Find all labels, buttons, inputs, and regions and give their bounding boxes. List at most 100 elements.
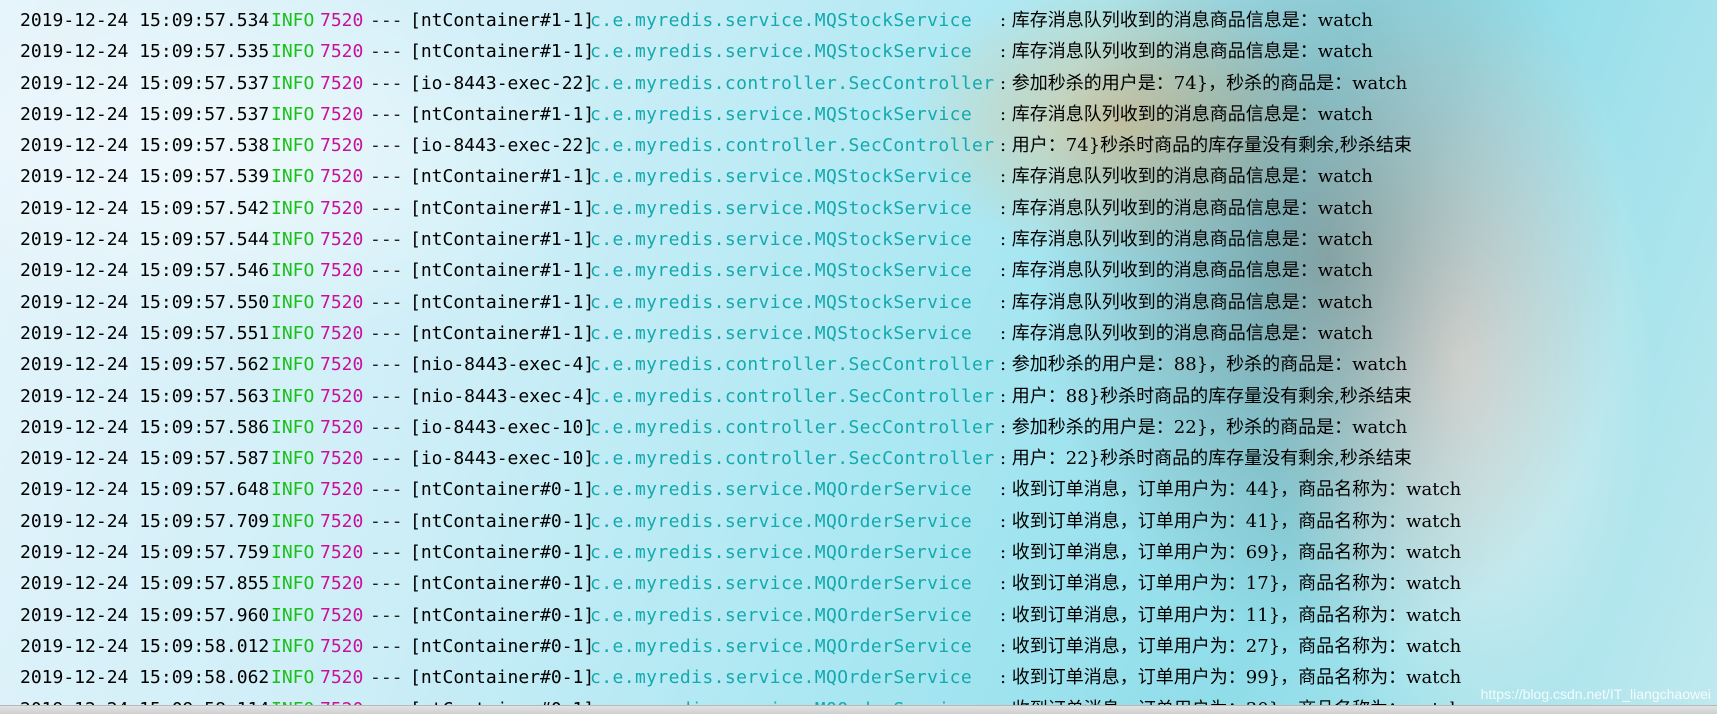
console-output: 2019-12-24 15:09:57.534 INFO 7520 --- [n… xyxy=(0,0,1717,714)
log-line: 2019-12-24 15:09:57.535 INFO 7520 --- [n… xyxy=(0,36,1717,67)
log-line: 2019-12-24 15:09:57.537 INFO 7520 --- [n… xyxy=(0,99,1717,130)
log-logger: c.e.myredis.service.MQStockService xyxy=(590,103,973,125)
log-timestamp: 2019-12-24 15:09:57.542 xyxy=(20,197,270,219)
log-thread: [ntContainer#0-1] xyxy=(410,510,595,532)
log-line: 2019-12-24 15:09:57.648 INFO 7520 --- [n… xyxy=(0,474,1717,505)
log-separator: --- xyxy=(370,542,403,564)
log-message: : 收到订单消息，订单用户为：17}，商品名称为：watch xyxy=(1000,573,1462,595)
log-line: 2019-12-24 15:09:57.562 INFO 7520 --- [n… xyxy=(0,349,1717,380)
log-line: 2019-12-24 15:09:57.539 INFO 7520 --- [n… xyxy=(0,161,1717,192)
log-message: : 收到订单消息，订单用户为：27}，商品名称为：watch xyxy=(1000,635,1462,657)
log-separator: --- xyxy=(370,135,403,157)
log-timestamp: 2019-12-24 15:09:58.012 xyxy=(20,635,270,657)
log-separator: --- xyxy=(370,322,403,344)
log-thread: [ntContainer#1-1] xyxy=(410,41,595,63)
log-pid: 7520 xyxy=(320,135,364,157)
log-pid: 7520 xyxy=(320,197,364,219)
log-line: 2019-12-24 15:09:57.544 INFO 7520 --- [n… xyxy=(0,224,1717,255)
log-separator: --- xyxy=(370,635,403,657)
log-logger: c.e.myredis.controller.SecController xyxy=(590,72,995,94)
log-level: INFO xyxy=(271,416,315,438)
log-pid: 7520 xyxy=(320,72,364,94)
log-separator: --- xyxy=(370,41,403,63)
log-message: : 库存消息队列收到的消息商品信息是：watch xyxy=(1000,291,1373,313)
log-level: INFO xyxy=(271,229,315,251)
log-timestamp: 2019-12-24 15:09:57.759 xyxy=(20,542,270,564)
log-line: 2019-12-24 15:09:57.537 INFO 7520 --- [i… xyxy=(0,68,1717,99)
log-message: : 收到订单消息，订单用户为：99}，商品名称为：watch xyxy=(1000,667,1462,689)
log-thread: [io-8443-exec-22] xyxy=(410,135,595,157)
log-message: : 用户：88}秒杀时商品的库存量没有剩余,秒杀结束 xyxy=(1000,385,1412,407)
log-pid: 7520 xyxy=(320,510,364,532)
log-thread: [io-8443-exec-10] xyxy=(410,448,595,470)
log-message: : 参加秒杀的用户是：74}，秒杀的商品是：watch xyxy=(1000,72,1408,94)
log-logger: c.e.myredis.controller.SecController xyxy=(590,135,995,157)
log-message: : 参加秒杀的用户是：88}，秒杀的商品是：watch xyxy=(1000,354,1408,376)
log-level: INFO xyxy=(271,510,315,532)
log-line: 2019-12-24 15:09:57.587 INFO 7520 --- [i… xyxy=(0,443,1717,474)
log-thread: [ntContainer#1-1] xyxy=(410,197,595,219)
log-pid: 7520 xyxy=(320,542,364,564)
log-logger: c.e.myredis.controller.SecController xyxy=(590,354,995,376)
log-line: 2019-12-24 15:09:57.759 INFO 7520 --- [n… xyxy=(0,537,1717,568)
log-separator: --- xyxy=(370,260,403,282)
log-thread: [ntContainer#0-1] xyxy=(410,479,595,501)
log-message: : 库存消息队列收到的消息商品信息是：watch xyxy=(1000,103,1373,125)
log-separator: --- xyxy=(370,385,403,407)
log-level: INFO xyxy=(271,542,315,564)
log-timestamp: 2019-12-24 15:09:57.551 xyxy=(20,322,270,344)
log-timestamp: 2019-12-24 15:09:57.544 xyxy=(20,229,270,251)
log-level: INFO xyxy=(271,291,315,313)
log-level: INFO xyxy=(271,667,315,689)
log-level: INFO xyxy=(271,72,315,94)
log-separator: --- xyxy=(370,573,403,595)
log-pid: 7520 xyxy=(320,635,364,657)
log-timestamp: 2019-12-24 15:09:57.563 xyxy=(20,385,270,407)
log-pid: 7520 xyxy=(320,573,364,595)
log-message: : 参加秒杀的用户是：22}，秒杀的商品是：watch xyxy=(1000,416,1408,438)
log-pid: 7520 xyxy=(320,479,364,501)
log-level: INFO xyxy=(271,573,315,595)
log-logger: c.e.myredis.service.MQStockService xyxy=(590,166,973,188)
log-level: INFO xyxy=(271,635,315,657)
log-level: INFO xyxy=(271,604,315,626)
log-pid: 7520 xyxy=(320,385,364,407)
log-timestamp: 2019-12-24 15:09:57.587 xyxy=(20,448,270,470)
log-message: : 收到订单消息，订单用户为：41}，商品名称为：watch xyxy=(1000,510,1462,532)
log-separator: --- xyxy=(370,103,403,125)
log-pid: 7520 xyxy=(320,416,364,438)
log-line: 2019-12-24 15:09:57.960 INFO 7520 --- [n… xyxy=(0,600,1717,631)
log-message: : 库存消息队列收到的消息商品信息是：watch xyxy=(1000,197,1373,219)
log-logger: c.e.myredis.service.MQStockService xyxy=(590,291,973,313)
log-thread: [ntContainer#1-1] xyxy=(410,291,595,313)
log-timestamp: 2019-12-24 15:09:57.648 xyxy=(20,479,270,501)
log-pid: 7520 xyxy=(320,260,364,282)
log-separator: --- xyxy=(370,479,403,501)
log-logger: c.e.myredis.service.MQStockService xyxy=(590,41,973,63)
log-timestamp: 2019-12-24 15:09:58.062 xyxy=(20,667,270,689)
log-thread: [ntContainer#1-1] xyxy=(410,103,595,125)
log-timestamp: 2019-12-24 15:09:57.534 xyxy=(20,10,270,31)
log-line: 2019-12-24 15:09:57.563 INFO 7520 --- [n… xyxy=(0,381,1717,412)
log-level: INFO xyxy=(271,260,315,282)
log-level: INFO xyxy=(271,322,315,344)
log-logger: c.e.myredis.controller.SecController xyxy=(590,448,995,470)
log-pid: 7520 xyxy=(320,10,364,31)
log-timestamp: 2019-12-24 15:09:57.562 xyxy=(20,354,270,376)
log-timestamp: 2019-12-24 15:09:57.709 xyxy=(20,510,270,532)
log-timestamp: 2019-12-24 15:09:57.546 xyxy=(20,260,270,282)
log-pid: 7520 xyxy=(320,604,364,626)
log-line: 2019-12-24 15:09:57.538 INFO 7520 --- [i… xyxy=(0,130,1717,161)
log-message: : 用户：22}秒杀时商品的库存量没有剩余,秒杀结束 xyxy=(1000,448,1412,470)
log-pid: 7520 xyxy=(320,667,364,689)
log-timestamp: 2019-12-24 15:09:57.960 xyxy=(20,604,270,626)
log-message: : 库存消息队列收到的消息商品信息是：watch xyxy=(1000,322,1373,344)
log-separator: --- xyxy=(370,229,403,251)
log-message: : 库存消息队列收到的消息商品信息是：watch xyxy=(1000,260,1373,282)
log-pid: 7520 xyxy=(320,166,364,188)
log-logger: c.e.myredis.controller.SecController xyxy=(590,385,995,407)
watermark: https://blog.csdn.net/IT_liangchaowei xyxy=(1480,686,1711,702)
horizontal-scrollbar[interactable] xyxy=(0,705,1717,714)
log-pid: 7520 xyxy=(320,322,364,344)
log-line: 2019-12-24 15:09:58.012 INFO 7520 --- [n… xyxy=(0,631,1717,662)
